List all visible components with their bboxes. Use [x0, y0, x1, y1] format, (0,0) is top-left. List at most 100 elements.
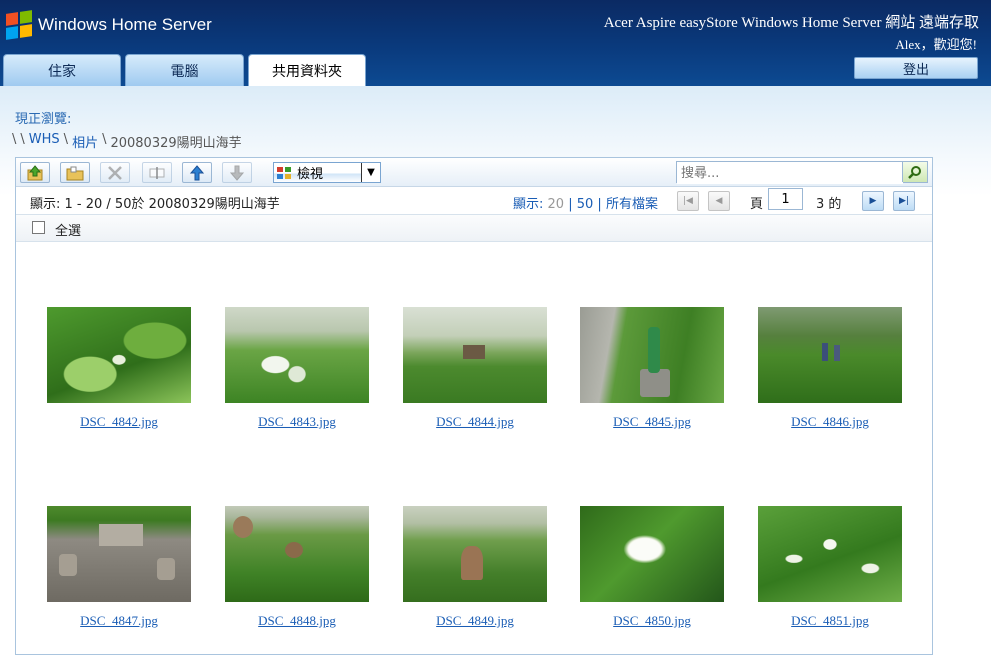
page-size-options: 顯示: 20 | 50 | 所有檔案 — [513, 197, 658, 212]
breadcrumb: \ \ WHS \ 相片 \ 20080329陽明山海芋 — [12, 132, 242, 151]
search-icon — [908, 166, 921, 179]
windows-flag-icon — [6, 10, 32, 40]
thumbnail-item[interactable]: DSC_4844.jpg — [403, 307, 547, 430]
file-name-link[interactable]: DSC_4843.jpg — [225, 414, 369, 430]
photo-detail — [463, 345, 485, 359]
breadcrumb-separator: \ — [102, 132, 107, 147]
thumbnail-item[interactable]: DSC_4850.jpg — [580, 506, 724, 629]
photo-thumbnail[interactable] — [225, 307, 369, 403]
page-size-50-link[interactable]: 50 — [577, 197, 594, 212]
photo-detail — [461, 546, 483, 580]
site-title: Acer Aspire easyStore Windows Home Serve… — [603, 15, 979, 31]
delete-icon — [108, 165, 122, 180]
photo-detail — [648, 327, 660, 373]
content-area: 現正瀏覽: \ \ WHS \ 相片 \ 20080329陽明山海芋 檢視 ▼ … — [0, 86, 991, 655]
file-name-link[interactable]: DSC_4845.jpg — [580, 414, 724, 430]
prev-page-icon: ◀ — [715, 196, 723, 206]
photo-thumbnail[interactable] — [403, 307, 547, 403]
first-page-icon: |◀ — [683, 196, 693, 206]
select-all-label: 全選 — [55, 224, 82, 239]
download-button[interactable] — [222, 162, 252, 183]
thumbnail-item[interactable]: DSC_4851.jpg — [758, 506, 902, 629]
last-page-icon: ▶| — [899, 196, 909, 206]
browsing-label: 現正瀏覽: — [15, 112, 72, 127]
rename-button[interactable] — [142, 162, 172, 183]
page-number-input[interactable] — [768, 188, 803, 210]
thumbnail-item[interactable]: DSC_4845.jpg — [580, 307, 724, 430]
file-name-link[interactable]: DSC_4844.jpg — [403, 414, 547, 430]
upload-button[interactable] — [20, 162, 50, 183]
prev-page-button[interactable]: ◀ — [708, 191, 730, 211]
logout-button[interactable]: 登出 — [854, 57, 978, 79]
breadcrumb-separator: \ — [12, 132, 17, 147]
file-name-link[interactable]: DSC_4850.jpg — [580, 613, 724, 629]
photo-thumbnail[interactable] — [47, 506, 191, 602]
new-folder-button[interactable] — [60, 162, 90, 183]
breadcrumb-photos[interactable]: 相片 — [72, 132, 98, 151]
toolbar: 檢視 ▼ — [16, 158, 932, 187]
search-box — [676, 161, 928, 184]
range-text: 顯示: 1 - 20 / 50於 20080329陽明山海芋 — [30, 197, 280, 212]
photo-detail — [822, 343, 828, 361]
thumbnail-item[interactable]: DSC_4843.jpg — [225, 307, 369, 430]
breadcrumb-separator: \ — [20, 132, 25, 147]
first-page-button[interactable]: |◀ — [677, 191, 699, 211]
breadcrumb-current: 20080329陽明山海芋 — [110, 136, 242, 151]
breadcrumb-separator: \ — [63, 132, 69, 147]
tab-home[interactable]: 住家 — [3, 54, 121, 86]
breadcrumb-whs[interactable]: WHS — [29, 132, 60, 151]
photo-detail — [640, 369, 670, 397]
photo-thumbnail[interactable] — [758, 506, 902, 602]
page-size-20: 20 — [547, 197, 565, 212]
thumbnail-item[interactable]: DSC_4842.jpg — [47, 307, 191, 430]
last-page-button[interactable]: ▶| — [893, 191, 915, 211]
upload-icon — [27, 164, 43, 180]
view-label: 檢視 — [297, 167, 324, 182]
brand-name: Windows Home Server — [38, 15, 212, 34]
arrow-up-icon — [189, 164, 205, 180]
search-button[interactable] — [902, 162, 927, 182]
file-name-link[interactable]: DSC_4851.jpg — [758, 613, 902, 629]
thumbnail-item[interactable]: DSC_4849.jpg — [403, 506, 547, 629]
file-name-link[interactable]: DSC_4846.jpg — [758, 414, 902, 430]
thumbnail-item[interactable]: DSC_4847.jpg — [47, 506, 191, 629]
photo-detail — [59, 554, 77, 576]
chevron-down-icon[interactable]: ▼ — [361, 163, 380, 182]
all-files-link[interactable]: 所有檔案 — [606, 197, 658, 212]
file-name-link[interactable]: DSC_4842.jpg — [47, 414, 191, 430]
upload-arrow-button[interactable] — [182, 162, 212, 183]
view-select[interactable]: 檢視 ▼ — [273, 162, 381, 183]
page-size-label: 顯示: — [513, 197, 544, 212]
delete-button[interactable] — [100, 162, 130, 183]
new-folder-icon — [66, 166, 84, 180]
next-page-button[interactable]: ▶ — [862, 191, 884, 211]
file-name-link[interactable]: DSC_4847.jpg — [47, 613, 191, 629]
photo-detail — [99, 524, 143, 546]
photo-thumbnail[interactable] — [403, 506, 547, 602]
next-page-icon: ▶ — [869, 196, 877, 206]
photo-thumbnail[interactable] — [580, 307, 724, 403]
photo-thumbnail[interactable] — [47, 307, 191, 403]
photo-thumbnail[interactable] — [580, 506, 724, 602]
arrow-down-icon — [229, 165, 245, 181]
tab-shared-folders[interactable]: 共用資料夾 — [248, 54, 366, 87]
file-browser-panel: 檢視 ▼ 顯示: 1 - 20 / 50於 20080329陽明山海芋 顯示: … — [15, 157, 933, 655]
photo-thumbnail[interactable] — [225, 506, 369, 602]
thumbnail-item[interactable]: DSC_4848.jpg — [225, 506, 369, 629]
header: Windows Home Server Acer Aspire easyStor… — [0, 0, 991, 87]
photo-detail — [233, 516, 253, 538]
photo-detail — [285, 542, 303, 558]
photo-detail — [157, 558, 175, 580]
welcome-message: Alex，歡迎您! — [895, 37, 977, 52]
search-input[interactable] — [677, 163, 903, 184]
page-label: 頁 — [750, 197, 764, 212]
select-all-checkbox[interactable] — [32, 221, 45, 234]
select-all-bar: 全選 — [16, 215, 932, 242]
photo-thumbnail[interactable] — [758, 307, 902, 403]
view-select-value: 檢視 — [274, 163, 361, 182]
thumbnail-item[interactable]: DSC_4846.jpg — [758, 307, 902, 430]
tab-computers[interactable]: 電腦 — [125, 54, 244, 86]
paging-bar: 顯示: 1 - 20 / 50於 20080329陽明山海芋 顯示: 20 | … — [16, 187, 932, 215]
file-name-link[interactable]: DSC_4849.jpg — [403, 613, 547, 629]
file-name-link[interactable]: DSC_4848.jpg — [225, 613, 369, 629]
